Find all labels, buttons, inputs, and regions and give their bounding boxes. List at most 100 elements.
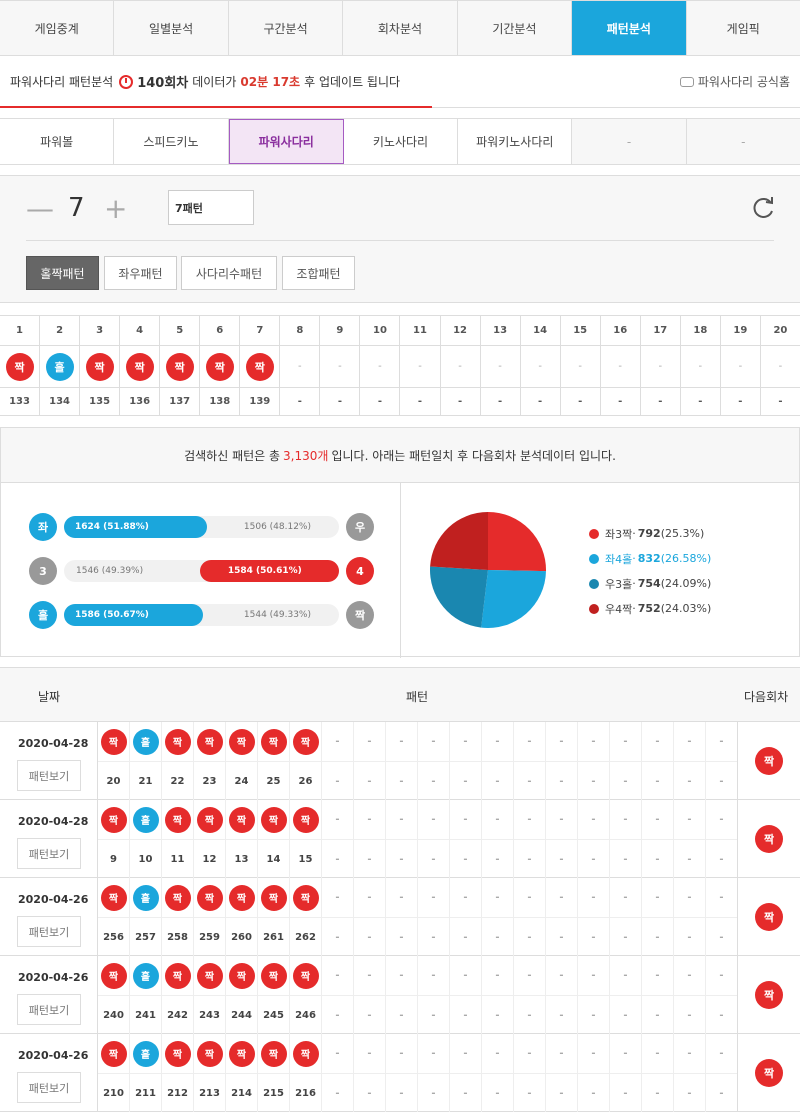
view-pattern-button[interactable]: 패턴보기 bbox=[17, 994, 81, 1025]
history-ball-row: 짝홀짝짝짝짝짝------------- bbox=[98, 878, 738, 917]
pattern-select[interactable]: 7패턴 bbox=[168, 190, 254, 225]
refresh-icon[interactable] bbox=[749, 194, 777, 222]
result-ball: 짝 bbox=[100, 1040, 127, 1067]
view-pattern-button[interactable]: 패턴보기 bbox=[17, 838, 81, 869]
tab-2[interactable]: 일별분석 bbox=[114, 1, 229, 55]
history-ball-cell: - bbox=[546, 722, 578, 761]
history-pattern: 짝 홀 짝 짝 짝 짝 짝 - - - - - - - - - - - - -256 257 258 259 260 261 26… bbox=[98, 878, 738, 956]
history-ball-cell: - bbox=[642, 878, 674, 917]
history-ball-cell: - bbox=[322, 1034, 354, 1073]
empty-cell: - bbox=[527, 970, 532, 981]
legend-value: 792 bbox=[637, 527, 661, 540]
history-round-cell: - bbox=[578, 996, 610, 1034]
game-tab-1[interactable]: 파워볼 bbox=[0, 119, 115, 164]
history-ball-cell: - bbox=[514, 878, 546, 917]
increase-button[interactable]: + bbox=[104, 194, 127, 224]
grid-ball-cell: - bbox=[280, 345, 321, 387]
grid-round-cell: 135 bbox=[80, 387, 121, 415]
result-ball: 짝 bbox=[260, 1040, 287, 1067]
game-tab-7: - bbox=[686, 119, 800, 164]
empty-cell: - bbox=[655, 814, 660, 825]
history-ball-cell: - bbox=[578, 878, 610, 917]
empty-cell: - bbox=[495, 736, 500, 747]
data-text: 데이터가 bbox=[192, 75, 237, 89]
pie-slice-3 bbox=[430, 566, 488, 628]
game-tab-3[interactable]: 파워사다리 bbox=[228, 119, 344, 164]
empty-cell: - bbox=[655, 1009, 660, 1021]
grid-ball-cell: 짝 bbox=[120, 345, 161, 387]
history-ball-cell: 홀 bbox=[130, 800, 162, 839]
result-ball: 짝 bbox=[164, 728, 191, 755]
stat-other-value: 1506 (48.12%) bbox=[243, 522, 311, 532]
tab-5[interactable]: 기간분석 bbox=[458, 1, 573, 55]
history-round-cell: 246 bbox=[290, 996, 322, 1034]
game-tab-2[interactable]: 스피드키노 bbox=[114, 119, 229, 164]
pattern-type-button-4[interactable]: 조합패턴 bbox=[282, 256, 355, 290]
legend-sep: · bbox=[632, 577, 636, 590]
empty-cell: - bbox=[719, 1009, 724, 1021]
history-round-row: 9 10 11 12 13 14 15 - - - - - - - - - - - - - bbox=[98, 839, 738, 878]
grid-round-cell: - bbox=[320, 387, 361, 415]
history-ball-cell: - bbox=[610, 956, 642, 995]
history-date-cell: 2020-04-26 패턴보기 bbox=[0, 1034, 98, 1112]
empty-cell: - bbox=[367, 1009, 372, 1021]
grid-ball-cell: 홀 bbox=[40, 345, 81, 387]
pattern-count: 7 bbox=[68, 193, 85, 223]
legend-value: 752 bbox=[637, 602, 661, 615]
history-round-cell: - bbox=[354, 840, 386, 878]
pattern-type-button-3[interactable]: 사다리수패턴 bbox=[181, 256, 277, 290]
empty-cell: - bbox=[591, 970, 596, 981]
history-round-cell: - bbox=[418, 1074, 450, 1112]
game-tab-5[interactable]: 파워키노사다리 bbox=[458, 119, 573, 164]
legend-label: 우3홀 bbox=[605, 577, 633, 591]
history-date-cell: 2020-04-26 패턴보기 bbox=[0, 878, 98, 956]
legend-label: 좌3짝 bbox=[605, 527, 633, 541]
legend-value: 754 bbox=[637, 577, 661, 590]
view-pattern-button[interactable]: 패턴보기 bbox=[17, 1072, 81, 1103]
empty-cell: - bbox=[463, 1009, 468, 1021]
official-home-link[interactable]: 파워사다리 공식홈 bbox=[679, 73, 790, 90]
tab-4[interactable]: 회차분석 bbox=[343, 1, 458, 55]
decrease-button[interactable]: — bbox=[26, 194, 54, 224]
history-ball-cell: - bbox=[386, 722, 418, 761]
tab-1[interactable]: 게임중계 bbox=[0, 1, 115, 55]
history-round-cell: - bbox=[610, 762, 642, 800]
game-tab-4[interactable]: 키노사다리 bbox=[344, 119, 459, 164]
history-round-cell: 15 bbox=[290, 840, 322, 878]
pattern-control-panel: — 7 + 7패턴 홀짝패턴 좌우패턴 사다리수패턴 조합패턴 bbox=[0, 175, 800, 303]
grid-round-cell: 138 bbox=[200, 387, 241, 415]
history-round-cell: - bbox=[546, 762, 578, 800]
result-ball: 짝 bbox=[125, 352, 154, 381]
result-ball: 짝 bbox=[165, 352, 194, 381]
grid-ball-cell: - bbox=[640, 345, 681, 387]
history-round-cell: - bbox=[578, 840, 610, 878]
history-ball-cell: 짝 bbox=[226, 800, 258, 839]
tab-3[interactable]: 구간분석 bbox=[229, 1, 344, 55]
history-next-cell: 짝 bbox=[737, 1034, 800, 1112]
history-ball-cell: - bbox=[642, 956, 674, 995]
grid-round-cell: - bbox=[520, 387, 561, 415]
empty-cell: - bbox=[559, 892, 564, 903]
view-pattern-button[interactable]: 패턴보기 bbox=[17, 760, 81, 791]
result-ball: 짝 bbox=[100, 806, 127, 833]
history-ball-cell: - bbox=[674, 722, 706, 761]
pattern-type-button-2[interactable]: 좌우패턴 bbox=[104, 256, 177, 290]
empty-cell: - bbox=[463, 931, 468, 943]
history-ball-row: 짝홀짝짝짝짝짝------------- bbox=[98, 722, 738, 761]
empty-cell: - bbox=[367, 775, 372, 787]
history-round-row: 210 211 212 213 214 215 216 - - - - - - - - - - - - - bbox=[98, 1073, 738, 1112]
grid-col-header: 12 bbox=[440, 316, 481, 345]
grid-ball-cell: - bbox=[600, 345, 641, 387]
grid-ball-cell: 짝 bbox=[160, 345, 201, 387]
view-pattern-button[interactable]: 패턴보기 bbox=[17, 916, 81, 947]
history-round-cell: - bbox=[482, 996, 514, 1034]
stat-left-badge: 좌 bbox=[29, 513, 57, 541]
empty-cell: - bbox=[527, 736, 532, 747]
tab-7[interactable]: 게임픽 bbox=[687, 1, 800, 55]
history-round-cell: - bbox=[322, 762, 354, 800]
tab-6[interactable]: 패턴분석 bbox=[572, 1, 687, 55]
pattern-type-button-1[interactable]: 홀짝패턴 bbox=[26, 256, 99, 290]
history-round-cell: - bbox=[482, 840, 514, 878]
history-ball-cell: - bbox=[642, 1034, 674, 1073]
stat-fill: 1586 (50.67%) bbox=[64, 604, 204, 626]
